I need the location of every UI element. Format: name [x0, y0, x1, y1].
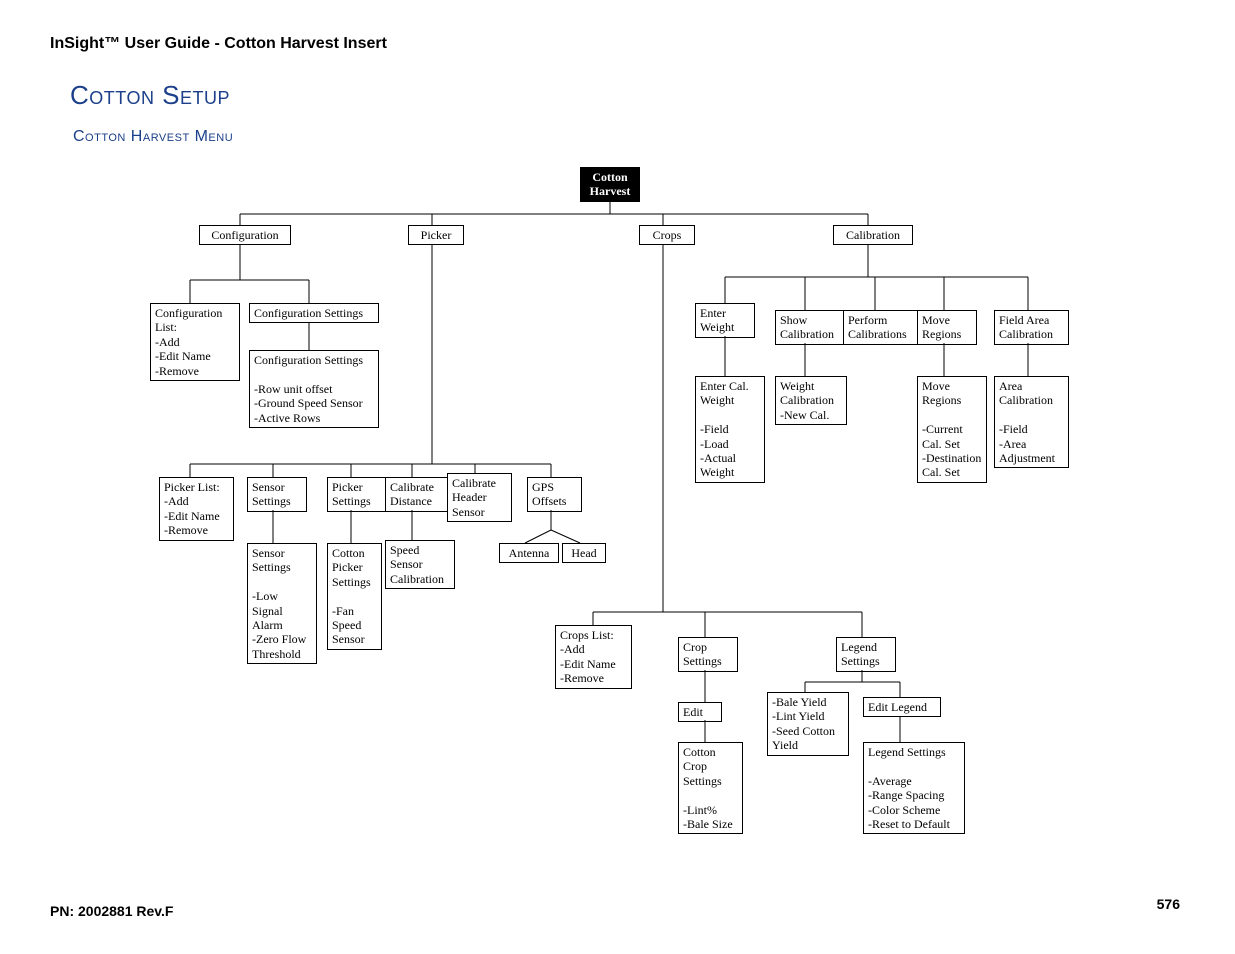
node-configuration: Configuration [199, 225, 291, 245]
root-l1: Cotton [592, 170, 627, 184]
node-crop-settings: CropSettings [678, 637, 738, 672]
node-move-regions: MoveRegions [917, 310, 977, 345]
node-calibrate-header: CalibrateHeaderSensor [447, 473, 512, 522]
node-picker: Picker [408, 225, 464, 245]
node-gps-offsets: GPSOffsets [527, 477, 582, 512]
node-crops: Crops [639, 225, 695, 245]
node-picker-list: Picker List:-Add-Edit Name-Remove [159, 477, 234, 541]
node-legend-settings-detail: Legend Settings -Average-Range Spacing-C… [863, 742, 965, 834]
node-enter-weight: EnterWeight [695, 303, 755, 338]
node-edit: Edit [678, 702, 722, 722]
node-edit-legend: Edit Legend [863, 697, 941, 717]
node-config-settings-2: Configuration Settings -Row unit offset-… [249, 350, 379, 428]
page-title: Cotton Setup [70, 80, 230, 111]
node-sensor-settings: SensorSettings [247, 477, 307, 512]
node-sensor-settings-detail: SensorSettings -LowSignalAlarm-Zero Flow… [247, 543, 317, 664]
node-speed-sensor-cal: SpeedSensorCalibration [385, 540, 455, 589]
node-config-list: ConfigurationList:-Add-Edit Name-Remove [150, 303, 240, 381]
node-antenna: Antenna [499, 543, 559, 563]
node-crops-list: Crops List:-Add-Edit Name-Remove [555, 625, 632, 689]
node-legend-settings: LegendSettings [836, 637, 896, 672]
node-legend-yields: -Bale Yield-Lint Yield-Seed CottonYield [767, 692, 849, 756]
root-l2: Harvest [590, 184, 631, 198]
node-enter-cal-weight: Enter Cal.Weight -Field-Load-ActualWeigh… [695, 376, 765, 483]
node-area-calibration: AreaCalibration -Field-AreaAdjustment [994, 376, 1069, 468]
node-picker-settings: PickerSettings [327, 477, 387, 512]
node-cotton-crop-settings: CottonCropSettings -Lint%-Bale Size [678, 742, 743, 834]
node-weight-calibration: WeightCalibration-New Cal. [775, 376, 847, 425]
node-show-calibration: ShowCalibration [775, 310, 847, 345]
part-number: PN: 2002881 Rev.F [50, 903, 173, 919]
node-root: Cotton Harvest [580, 167, 640, 202]
node-picker-settings-detail: CottonPickerSettings -FanSpeedSensor [327, 543, 382, 650]
node-move-regions-detail: MoveRegions -CurrentCal. Set-Destination… [917, 376, 987, 483]
node-head: Head [562, 543, 606, 563]
node-calibration: Calibration [833, 225, 913, 245]
node-perform-calibrations: PerformCalibrations [843, 310, 921, 345]
node-calibrate-distance: CalibrateDistance [385, 477, 450, 512]
page-subtitle: Cotton Harvest Menu [73, 128, 233, 146]
node-field-area-calibration: Field AreaCalibration [994, 310, 1069, 345]
page-number: 576 [1157, 896, 1180, 912]
node-config-settings-1: Configuration Settings [249, 303, 379, 323]
doc-header: InSight™ User Guide - Cotton Harvest Ins… [50, 35, 387, 53]
